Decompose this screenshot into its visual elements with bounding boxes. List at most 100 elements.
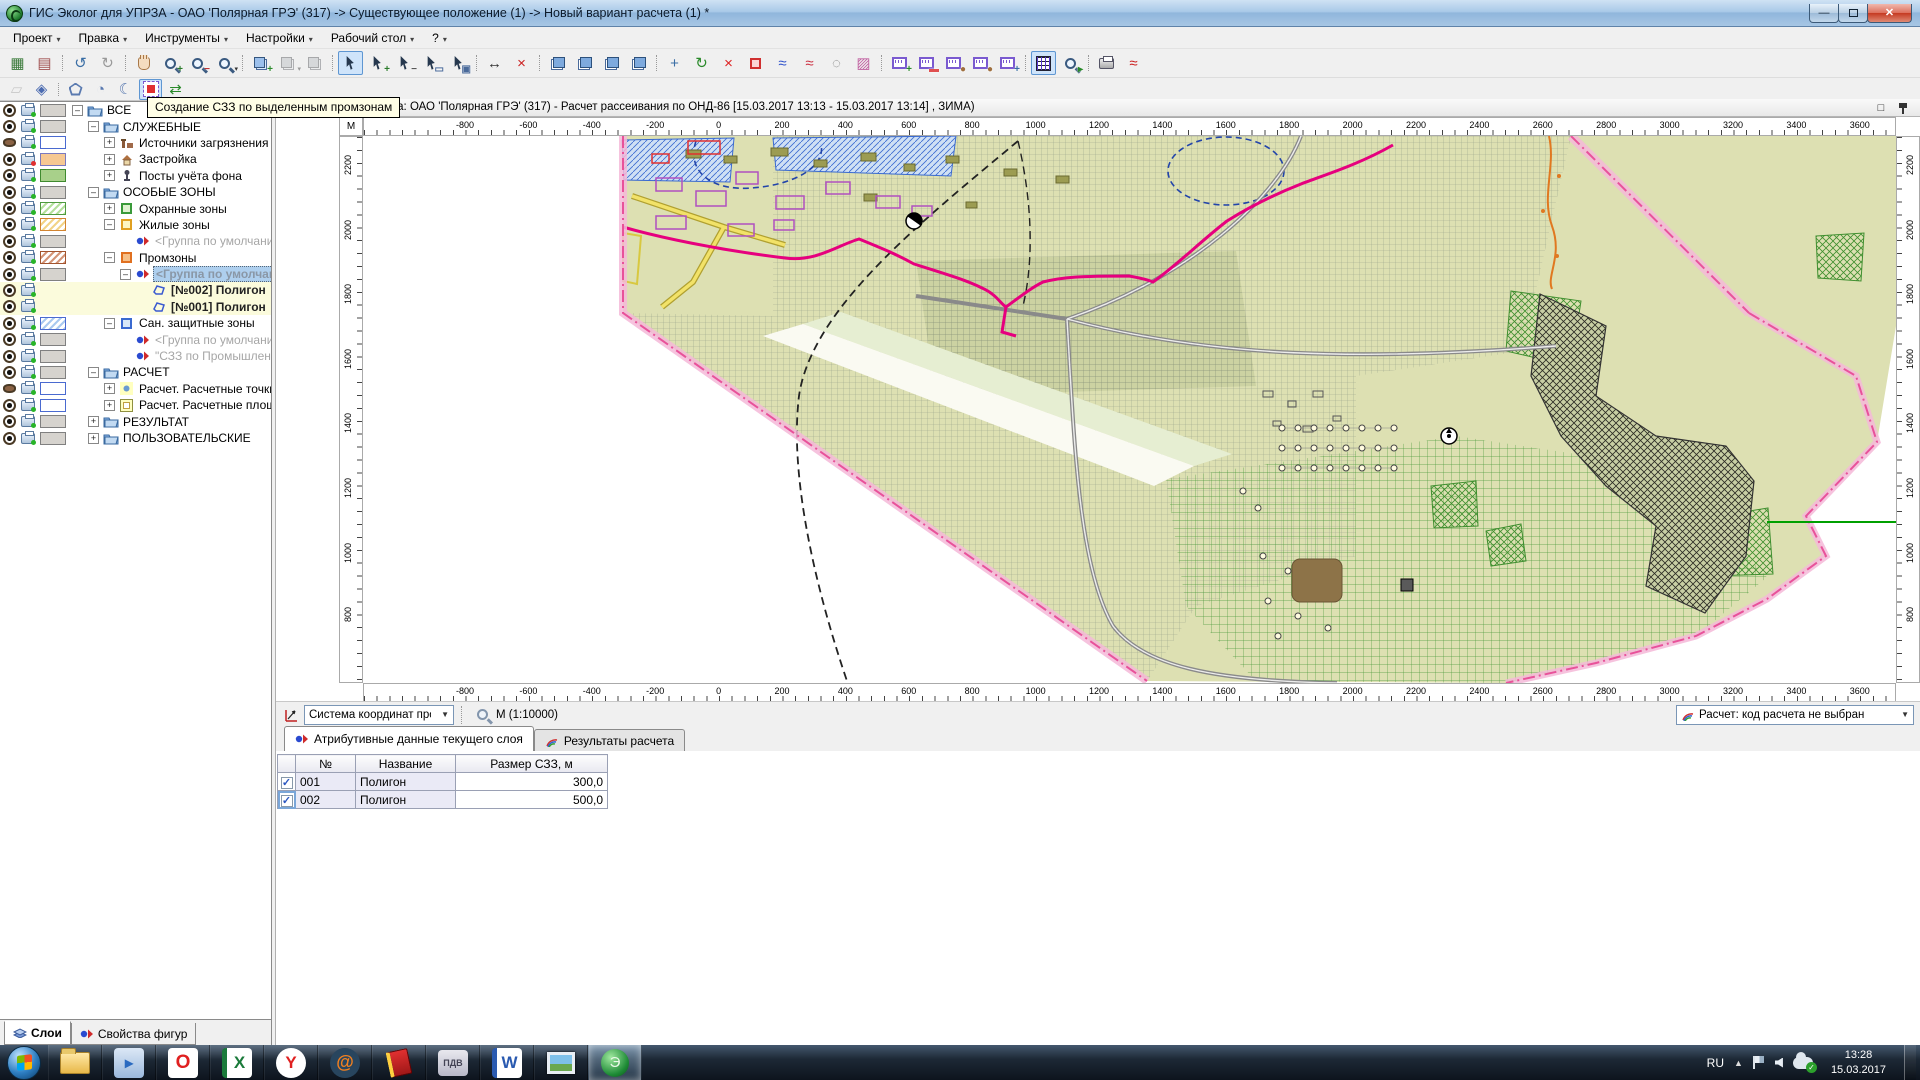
report-button[interactable]: ▤: [32, 51, 57, 75]
stamp-button[interactable]: ▱: [5, 79, 28, 100]
taskbar-app-gis-ecolog[interactable]: Э: [588, 1045, 642, 1080]
add-object-button[interactable]: +: [248, 51, 273, 75]
fill-style-button[interactable]: ▨: [851, 51, 876, 75]
printer-icon[interactable]: [21, 269, 35, 280]
expander[interactable]: +: [104, 170, 115, 181]
start-button[interactable]: [0, 1045, 48, 1080]
menu-item-5[interactable]: ?: [423, 29, 456, 47]
action-center-flag-icon[interactable]: [1753, 1056, 1765, 1069]
printer-icon[interactable]: [21, 351, 35, 362]
layer-color-swatch[interactable]: [40, 235, 66, 248]
printer-icon[interactable]: [21, 252, 35, 263]
tree-row[interactable]: +Расчет. Расчетные точки: [0, 381, 271, 397]
layer-color-swatch[interactable]: [40, 415, 66, 428]
checkbox-checked-icon[interactable]: ✓: [281, 795, 293, 807]
table-row[interactable]: ✓001Полигон300,0: [278, 773, 608, 791]
expander[interactable]: –: [104, 318, 115, 329]
tree-item-label[interactable]: <Группа по умолчанию>: [153, 234, 272, 248]
edit-contour-button[interactable]: [743, 51, 768, 75]
panel-tab-1[interactable]: Свойства фигур: [71, 1023, 197, 1045]
layer-color-swatch[interactable]: [40, 268, 66, 281]
expander[interactable]: –: [88, 121, 99, 132]
printer-icon[interactable]: [21, 170, 35, 181]
undo-button[interactable]: ↺: [68, 51, 93, 75]
select-button[interactable]: [338, 51, 363, 75]
visibility-eye-icon[interactable]: [3, 138, 16, 147]
smooth-contour-button[interactable]: ◌: [824, 51, 849, 75]
maximize-button[interactable]: [1838, 4, 1868, 23]
cell-num[interactable]: 002: [296, 791, 356, 809]
tree-item-label[interactable]: СЛУЖЕБНЫЕ: [121, 120, 203, 134]
zoom-to-selection-button[interactable]: ▸: [1058, 51, 1083, 75]
tree-item-label[interactable]: Сан. защитные зоны: [137, 316, 257, 330]
show-desktop-button[interactable]: [1904, 1045, 1916, 1080]
grid-settings-button[interactable]: [1031, 51, 1056, 75]
printer-icon[interactable]: [21, 236, 35, 247]
printer-icon[interactable]: [21, 334, 35, 345]
expander[interactable]: +: [88, 416, 99, 427]
minimize-button[interactable]: —: [1809, 4, 1839, 23]
project-map-button[interactable]: ▦: [5, 51, 30, 75]
tree-item-label[interactable]: ПОЛЬЗОВАТЕЛЬСКИЕ: [121, 431, 253, 445]
layer-color-swatch[interactable]: [40, 399, 66, 412]
tree-row[interactable]: –<Группа по умолчанию>: [0, 331, 271, 347]
map-selection-marker[interactable]: [1401, 579, 1413, 591]
visibility-eye-icon[interactable]: [3, 251, 16, 264]
tree-item-label[interactable]: [№001] Полигон: [169, 300, 268, 314]
visibility-eye-icon[interactable]: [3, 268, 16, 281]
zoom-mode-button[interactable]: ▾: [212, 51, 237, 75]
taskbar-app-pdv[interactable]: ПДВ: [426, 1045, 480, 1080]
create-sector-button[interactable]: ☾: [114, 79, 137, 100]
cell-num[interactable]: 001: [296, 773, 356, 791]
map-canvas[interactable]: [363, 136, 1896, 683]
tree-row[interactable]: –"СЗЗ по Промышленны…: [0, 348, 271, 364]
visibility-eye-icon[interactable]: [3, 186, 16, 199]
layer-color-swatch[interactable]: [40, 333, 66, 346]
cell-name[interactable]: Полигон: [356, 791, 456, 809]
printer-icon[interactable]: [21, 137, 35, 148]
layer-color-swatch[interactable]: [40, 120, 66, 133]
layer-color-swatch[interactable]: [40, 317, 66, 330]
layer-color-swatch[interactable]: [40, 136, 66, 149]
tree-item-label[interactable]: ВСЕ: [105, 103, 133, 117]
tree-row[interactable]: +Расч​ет. Расчетные площ…: [0, 397, 271, 413]
create-polygon-button[interactable]: [64, 79, 87, 100]
layer-color-swatch[interactable]: [40, 432, 66, 445]
select-add-button[interactable]: +: [365, 51, 390, 75]
printer-icon[interactable]: [21, 433, 35, 444]
data-tab-1[interactable]: Результаты расчета: [534, 729, 685, 751]
printer-icon[interactable]: [21, 121, 35, 132]
tree-row[interactable]: + Посты учёта фона: [0, 168, 271, 184]
tree-row[interactable]: –Промзоны: [0, 250, 271, 266]
tree-item-label[interactable]: Жилые зоны: [137, 218, 212, 232]
tree-row[interactable]: –ОСОБЫЕ ЗОНЫ: [0, 184, 271, 200]
expander[interactable]: –: [88, 367, 99, 378]
cell-szz-size[interactable]: 500,0: [456, 791, 608, 809]
print-map-button[interactable]: [1094, 51, 1119, 75]
clock[interactable]: 13:28 15.03.2017: [1823, 1048, 1894, 1078]
visibility-eye-icon[interactable]: [3, 384, 16, 393]
expander[interactable]: –: [72, 105, 83, 116]
calc-pad-delete-button[interactable]: ▬: [914, 51, 939, 75]
close-button[interactable]: ✕: [1867, 4, 1912, 23]
taskbar-app-word[interactable]: W: [480, 1045, 534, 1080]
printer-icon[interactable]: [21, 187, 35, 198]
rotate-object-button[interactable]: ↻: [689, 51, 714, 75]
select-sub-button[interactable]: −: [392, 51, 417, 75]
tree-item-label[interactable]: Застройка: [137, 152, 199, 166]
select-rect-button[interactable]: ▭: [419, 51, 444, 75]
pan-button[interactable]: [131, 51, 156, 75]
create-ring-button[interactable]: ◔: [89, 79, 112, 100]
printer-icon[interactable]: [21, 285, 35, 296]
tree-row[interactable]: –<Группа по умолчанию>: [0, 233, 271, 249]
tree-item-label[interactable]: Посты учёта фона: [137, 169, 244, 183]
tray-expand-icon[interactable]: ▲: [1734, 1058, 1743, 1068]
tree-item-label[interactable]: Промзоны: [137, 251, 198, 265]
tree-item-label[interactable]: РАСЧЕТ: [121, 365, 172, 379]
data-tab-0[interactable]: Атрибутивные данные текущего слоя: [284, 726, 534, 751]
row-checkbox-cell[interactable]: ✓: [278, 773, 296, 791]
zoom-in-button[interactable]: +: [158, 51, 183, 75]
edit-nodes-alt-button[interactable]: ≈: [797, 51, 822, 75]
table-column-header[interactable]: Размер СЗЗ, м: [456, 755, 608, 773]
delete-object-button[interactable]: ×: [716, 51, 741, 75]
